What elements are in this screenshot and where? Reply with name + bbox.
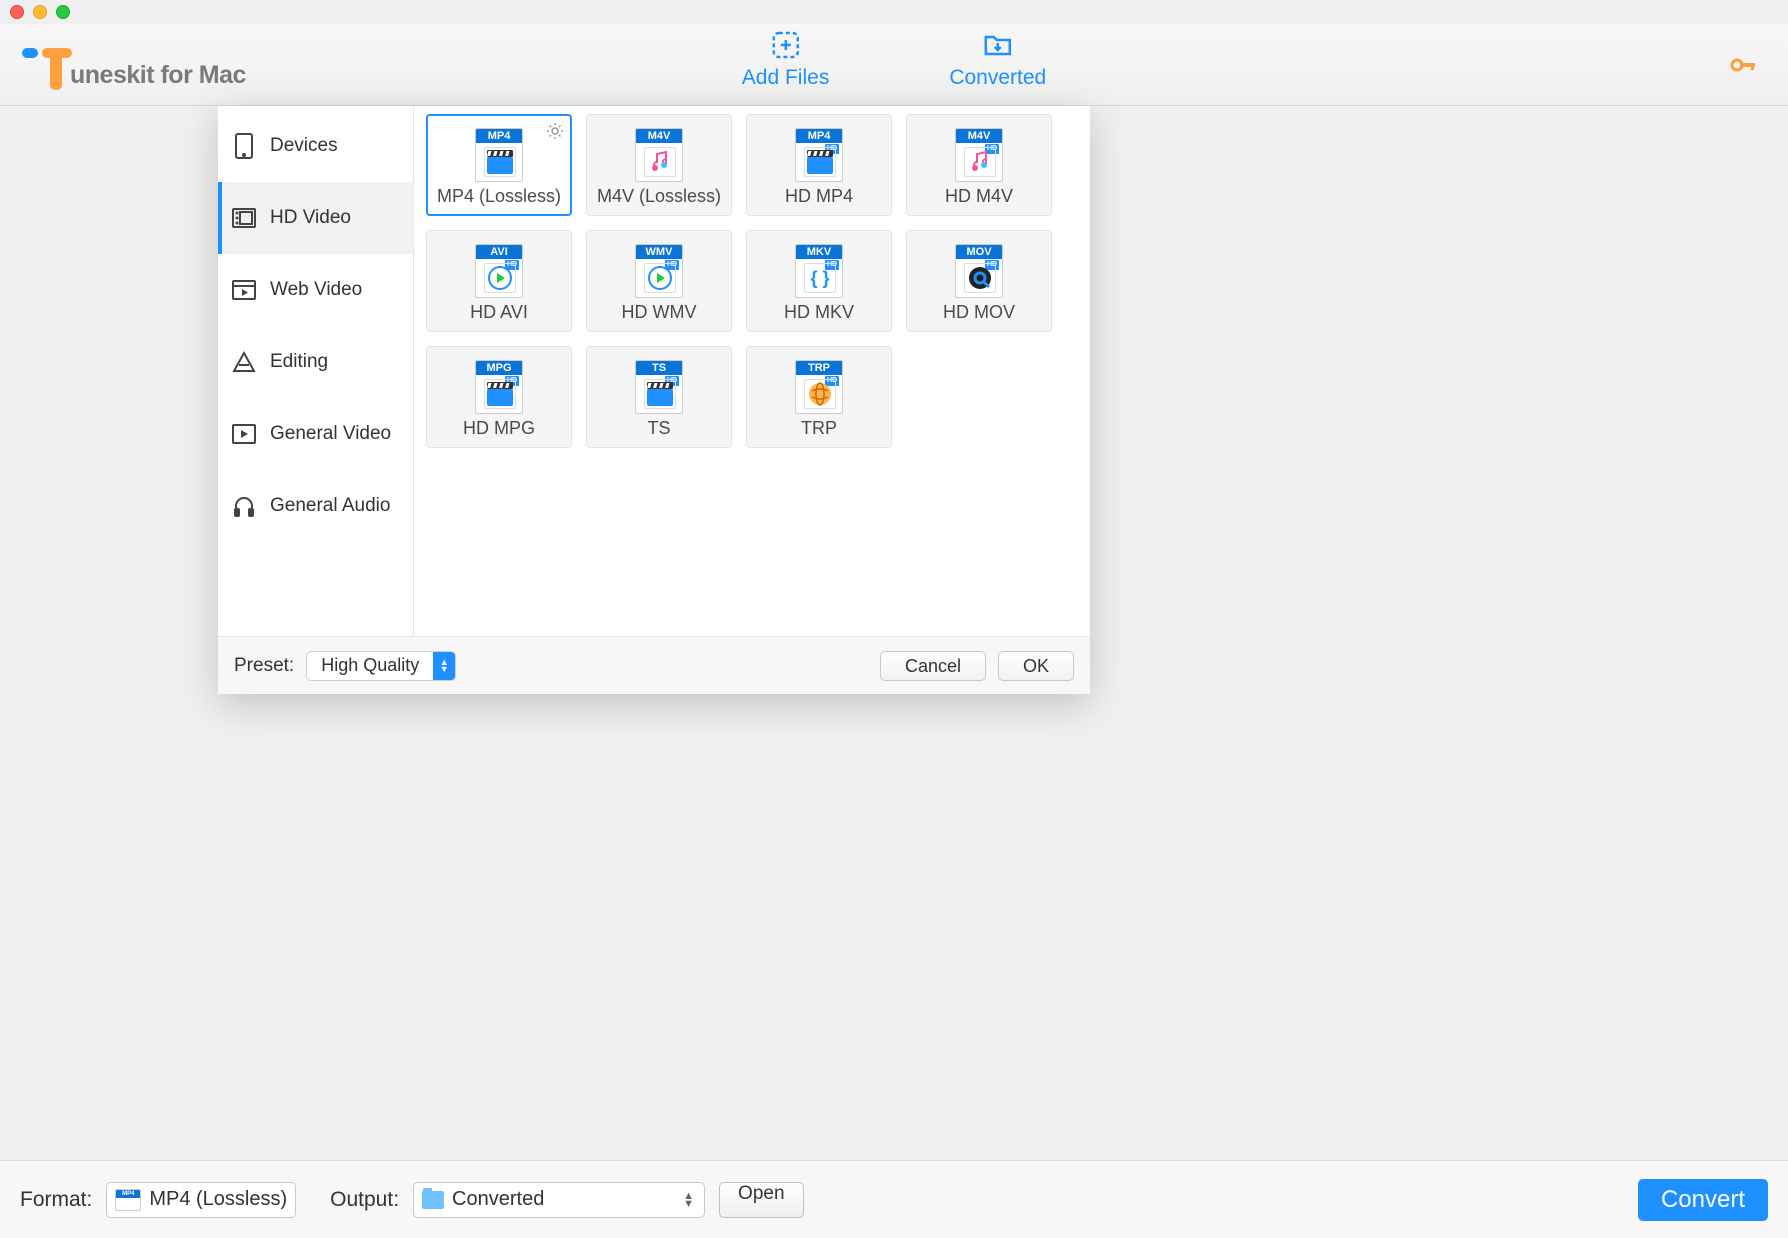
file-icon: TRPHD [795, 360, 843, 414]
folder-icon [983, 30, 1013, 60]
format-value: MP4 (Lossless) [149, 1188, 287, 1211]
sidebar-item-devices[interactable]: Devices [218, 110, 413, 182]
format-file-icon: MP4 [115, 1189, 141, 1211]
format-label: Format: [20, 1188, 92, 1212]
output-select[interactable]: Converted ▲▼ [413, 1182, 705, 1218]
open-button[interactable]: Open [719, 1182, 803, 1218]
preset-label: Preset: [234, 655, 294, 677]
web-video-icon [232, 278, 256, 302]
app-header: uneskit for Mac Add Files Converted [0, 24, 1788, 106]
folder-icon [422, 1191, 444, 1209]
format-label: MP4 (Lossless) [437, 186, 561, 207]
format-label: HD MP4 [785, 186, 853, 207]
app-logo: uneskit for Mac [22, 30, 246, 90]
format-label: HD M4V [945, 186, 1013, 207]
gear-icon[interactable] [546, 122, 564, 145]
format-label: HD MPG [463, 418, 535, 439]
format-selection-modal: Devices HD Video Web Video Editing [218, 106, 1090, 694]
preset-select[interactable]: High Quality ▲▼ [306, 651, 456, 681]
file-icon: MPGHD [475, 360, 523, 414]
close-window-button[interactable] [10, 5, 24, 19]
sidebar-item-general-audio[interactable]: General Audio [218, 470, 413, 542]
format-label: TS [647, 418, 670, 439]
general-video-icon [232, 422, 256, 446]
sidebar-item-label: General Audio [270, 495, 390, 517]
key-icon[interactable] [1728, 52, 1758, 87]
sidebar-item-web-video[interactable]: Web Video [218, 254, 413, 326]
format-tile-hd-m4v[interactable]: M4VHD HD M4V [906, 114, 1052, 216]
maximize-window-button[interactable] [56, 5, 70, 19]
format-label: M4V (Lossless) [597, 186, 721, 207]
format-tile-hd-mp4[interactable]: MP4HD HD MP4 [746, 114, 892, 216]
format-grid: MP4 MP4 (Lossless) M4V M4V (Lossless) MP4HD H… [414, 106, 1090, 636]
add-files-icon [771, 30, 801, 60]
converted-label: Converted [949, 66, 1046, 90]
file-icon: TSHD [635, 360, 683, 414]
format-label: HD MKV [784, 302, 854, 323]
file-icon: M4V [635, 128, 683, 182]
editing-icon [232, 350, 256, 374]
sidebar-item-label: Devices [270, 135, 338, 157]
headphones-icon [232, 494, 256, 518]
format-label: HD WMV [622, 302, 697, 323]
sidebar-item-editing[interactable]: Editing [218, 326, 413, 398]
chevron-updown-icon: ▲▼ [433, 651, 455, 681]
add-files-label: Add Files [742, 66, 830, 90]
sidebar-item-label: Editing [270, 351, 328, 373]
chevron-updown-icon: ▲▼ [683, 1192, 694, 1208]
format-tile-mp4-lossless-[interactable]: MP4 MP4 (Lossless) [426, 114, 572, 216]
logo-text: uneskit for Mac [70, 61, 246, 90]
converted-button[interactable]: Converted [949, 30, 1046, 90]
format-sidebar: Devices HD Video Web Video Editing [218, 106, 414, 636]
format-label: HD AVI [470, 302, 528, 323]
sidebar-item-label: HD Video [270, 207, 351, 229]
format-tile-hd-mkv[interactable]: MKVHD{ } HD MKV [746, 230, 892, 332]
sidebar-item-hd-video[interactable]: HD Video [218, 182, 413, 254]
svg-text:{ }: { } [810, 268, 829, 288]
format-label: HD MOV [943, 302, 1015, 323]
format-tile-hd-wmv[interactable]: WMVHD HD WMV [586, 230, 732, 332]
hd-video-icon [232, 206, 256, 230]
device-icon [232, 134, 256, 158]
file-icon: M4VHD [955, 128, 1003, 182]
file-icon: MP4 [475, 128, 523, 182]
file-icon: MKVHD{ } [795, 244, 843, 298]
format-tile-hd-mpg[interactable]: MPGHD HD MPG [426, 346, 572, 448]
cancel-button[interactable]: Cancel [880, 651, 986, 681]
bottom-bar: Format: MP4 MP4 (Lossless) Output: Conve… [0, 1160, 1788, 1238]
add-files-button[interactable]: Add Files [742, 30, 830, 90]
file-icon: WMVHD [635, 244, 683, 298]
convert-button[interactable]: Convert [1638, 1179, 1768, 1221]
modal-footer: Preset: High Quality ▲▼ Cancel OK [218, 636, 1090, 694]
format-tile-m4v-lossless-[interactable]: M4V M4V (Lossless) [586, 114, 732, 216]
format-label: TRP [801, 418, 837, 439]
output-label: Output: [330, 1188, 399, 1212]
sidebar-item-label: General Video [270, 423, 391, 445]
format-select[interactable]: MP4 MP4 (Lossless) [106, 1182, 296, 1218]
sidebar-item-label: Web Video [270, 279, 362, 301]
format-tile-ts[interactable]: TSHD TS [586, 346, 732, 448]
preset-value: High Quality [307, 655, 433, 676]
file-icon: AVIHD [475, 244, 523, 298]
file-icon: MP4HD [795, 128, 843, 182]
window-chrome [0, 0, 1788, 24]
output-value: Converted [452, 1188, 544, 1211]
format-tile-hd-mov[interactable]: MOVHD HD MOV [906, 230, 1052, 332]
sidebar-item-general-video[interactable]: General Video [218, 398, 413, 470]
file-icon: MOVHD [955, 244, 1003, 298]
minimize-window-button[interactable] [33, 5, 47, 19]
format-tile-hd-avi[interactable]: AVIHD HD AVI [426, 230, 572, 332]
format-tile-trp[interactable]: TRPHD TRP [746, 346, 892, 448]
ok-button[interactable]: OK [998, 651, 1074, 681]
